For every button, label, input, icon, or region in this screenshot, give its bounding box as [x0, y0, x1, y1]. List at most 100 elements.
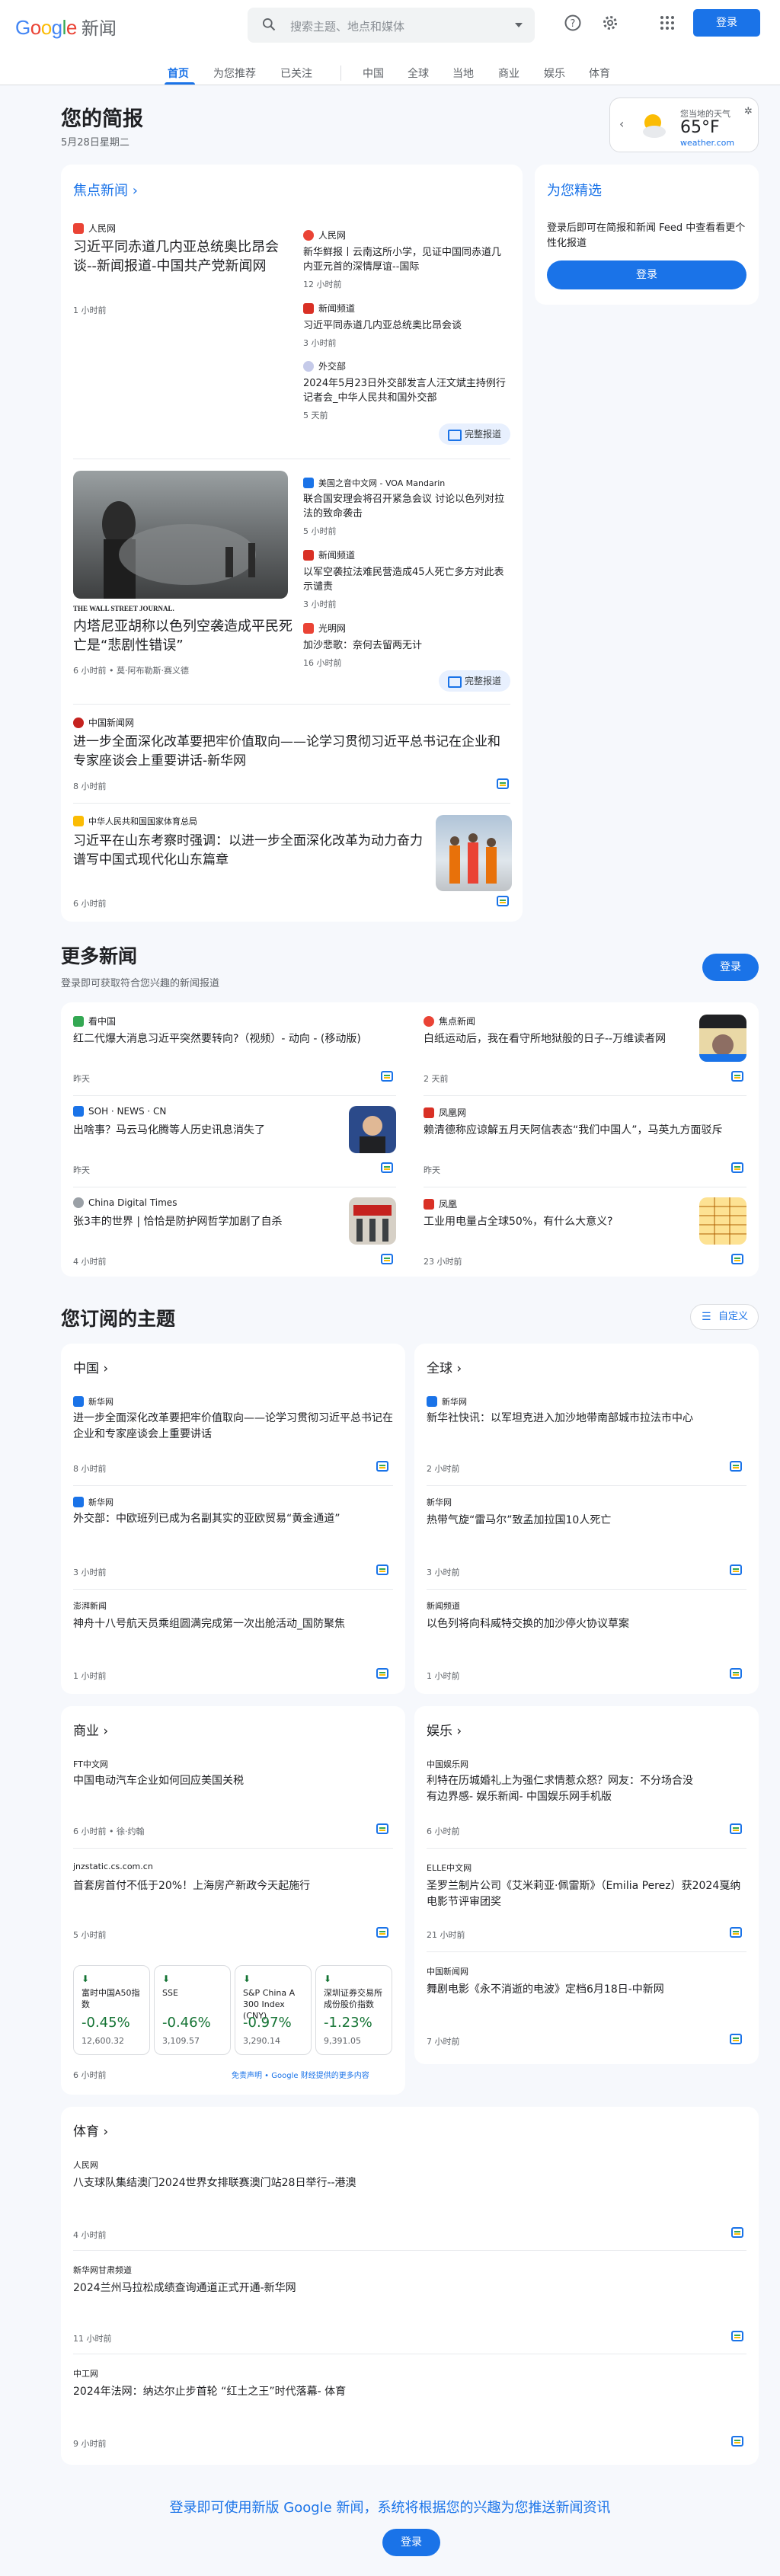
google-news-logo[interactable]: Google 新闻 [15, 14, 117, 40]
story-headline[interactable]: 中国电动汽车企业如何回应美国关税 [73, 1773, 393, 1789]
story-image[interactable] [699, 1015, 746, 1062]
google-share-icon[interactable] [731, 2331, 743, 2341]
chevron-down-icon[interactable] [515, 23, 523, 27]
story-headline[interactable]: 习近平在山东考察时强调：以进一步全面深化改革为动力奋力谱写中国式现代化山东篇章 [73, 832, 431, 870]
story-headline[interactable]: 八支球队集结澳门2024世界女排联赛澳门站28日举行--港澳 [73, 2175, 728, 2191]
story-image[interactable] [349, 1197, 396, 1245]
story-headline[interactable]: 联合国安理会将召开紧急会议 讨论以色列对拉法的致命袭击 [303, 492, 509, 521]
chevron-left-icon[interactable]: ‹ [619, 117, 624, 131]
footer-signin-button[interactable]: 登录 [382, 2529, 440, 2556]
google-share-icon[interactable] [497, 778, 509, 789]
google-share-icon[interactable] [731, 1162, 743, 1173]
story-image[interactable] [73, 471, 288, 599]
topic-heading[interactable]: 中国 › [73, 1357, 108, 1376]
gear-icon[interactable] [601, 14, 619, 32]
tab-home[interactable]: 首页 [168, 66, 189, 81]
google-share-icon[interactable] [731, 2436, 743, 2447]
google-share-icon[interactable] [730, 1564, 742, 1575]
story-headline[interactable]: 热带气旋“雷马尔”致孟加拉国10人死亡 [427, 1513, 746, 1529]
story-headline[interactable]: 进一步全面深化改革要把牢价值取向——论学习贯彻习近平总书记在企业和专家座谈会上重… [73, 1411, 393, 1443]
topic-heading[interactable]: 体育 › [73, 2121, 108, 2140]
divider [427, 1951, 746, 1952]
google-share-icon[interactable] [730, 1823, 742, 1834]
help-icon[interactable]: ? [564, 14, 582, 32]
google-share-icon[interactable] [376, 1823, 388, 1834]
tab-entertainment[interactable]: 娱乐 [544, 66, 565, 81]
google-share-icon[interactable] [730, 2034, 742, 2044]
search-input[interactable]: 搜索主题、地点和媒体 [290, 18, 404, 34]
picks-signin-button[interactable]: 登录 [547, 260, 746, 289]
story-headline[interactable]: 赖清德称应谅解五月天阿信表态“我们中国人”，马英九方面驳斥 [424, 1123, 743, 1138]
story-headline[interactable]: 进一步全面深化改革要把牢价值取向——论学习贯彻习近平总书记在企业和专家座谈会上重… [73, 733, 510, 771]
story-headline[interactable]: 习近平同赤道几内亚总统奥比昂会谈 [303, 318, 509, 333]
google-share-icon[interactable] [731, 1071, 743, 1082]
story-headline[interactable]: 2024年法网：纳达尔止步首轮 “红土之王”时代落幕- 体育 [73, 2384, 728, 2400]
tab-for-you[interactable]: 为您推荐 [213, 66, 256, 81]
tab-sports[interactable]: 体育 [589, 66, 610, 81]
google-share-icon[interactable] [381, 1162, 393, 1173]
story-headline[interactable]: 出啥事？马云马化腾等人历史讯息消失了 [73, 1123, 347, 1138]
stock-tile[interactable]: ⬇ S&P China A 300 Index (CNY) -0.97% 3,290.… [235, 1965, 312, 2055]
full-coverage-button[interactable]: 完整报道 [439, 423, 511, 445]
apps-grid-icon[interactable] [658, 14, 676, 32]
tab-business[interactable]: 商业 [498, 66, 519, 81]
weather-settings-icon[interactable]: ✲ [744, 106, 753, 117]
story-headline[interactable]: 内塔尼亚胡称以色列空袭造成平民死亡是“悲剧性错误” [73, 617, 294, 655]
google-share-icon[interactable] [731, 2227, 743, 2238]
story-headline[interactable]: 舞剧电影《永不消逝的电波》定档6月18日-中新网 [427, 1982, 746, 1998]
story-image[interactable] [349, 1106, 396, 1153]
story-headline[interactable]: 圣罗兰制片公司《艾米莉亚·佩雷斯》（Emilia Perez）获2024戛纳电影… [427, 1878, 746, 1910]
story-headline[interactable]: 新华鲜报丨云南这所小学，见证中国同赤道几内亚元首的深情厚谊--国际 [303, 245, 509, 274]
story-headline[interactable]: 2024兰州马拉松成绩查询通道正式开通-新华网 [73, 2280, 728, 2296]
story-headline[interactable]: 张3丰的世界 | 恰恰是防护网哲学加剧了自杀 [73, 1214, 347, 1229]
story-image[interactable] [699, 1197, 746, 1245]
publisher-icon [73, 1396, 84, 1407]
weather-widget[interactable]: ‹ 您当地的天气 65°F weather.com ✲ [609, 97, 759, 152]
full-coverage-button[interactable]: 完整报道 [439, 670, 511, 692]
stock-tile[interactable]: ⬇ SSE -0.46% 3,109.57 [154, 1965, 231, 2055]
google-share-icon[interactable] [730, 1927, 742, 1938]
story-headline[interactable]: 2024年5月23日外交部发言人汪文斌主持例行记者会_中华人民共和国外交部 [303, 376, 509, 405]
customize-button[interactable]: ☰ 自定义 [690, 1304, 759, 1330]
signin-button[interactable]: 登录 [693, 9, 760, 37]
google-share-icon[interactable] [376, 1461, 388, 1472]
topic-heading[interactable]: 商业 › [73, 1720, 108, 1739]
story-headline[interactable]: 神舟十八号航天员乘组圆满完成第一次出舱活动_国防聚焦 [73, 1616, 393, 1632]
story-image[interactable] [436, 815, 512, 891]
google-share-icon[interactable] [730, 1668, 742, 1679]
story-headline[interactable]: 以军空袭拉法难民营造成45人死亡多方对此表示谴责 [303, 565, 509, 594]
google-share-icon[interactable] [376, 1927, 388, 1938]
topics-title: 您订阅的主题 [61, 1308, 176, 1330]
tab-local[interactable]: 当地 [452, 66, 474, 81]
story-headline[interactable]: 首套房首付不低于20%！上海房产新政今天起施行 [73, 1878, 393, 1894]
google-share-icon[interactable] [376, 1564, 388, 1575]
tab-china[interactable]: 中国 [363, 66, 384, 81]
tab-following[interactable]: 已关注 [280, 66, 312, 81]
google-share-icon[interactable] [381, 1071, 393, 1082]
search-box[interactable]: 搜索主题、地点和媒体 [248, 8, 535, 43]
google-share-icon[interactable] [731, 1254, 743, 1264]
story-headline[interactable]: 外交部：中欧班列已成为名副其实的亚欧贸易“黄金通道” [73, 1511, 393, 1527]
story-headline[interactable]: 红二代爆大消息习近平突然要转向?（视频）- 动向 - (移动版) [73, 1031, 393, 1047]
story-headline[interactable]: 习近平同赤道几内亚总统奥比昂会谈--新闻报道-中国共产党新闻网 [73, 238, 294, 276]
google-share-icon[interactable] [376, 1668, 388, 1679]
weather-source[interactable]: weather.com [680, 138, 734, 148]
story-headline[interactable]: 白纸运动后，我在看守所地狱般的日子--万维读者网 [424, 1031, 698, 1047]
story-headline[interactable]: 工业用电量占全球50%，有什么大意义? [424, 1214, 698, 1229]
story-time: 4 小时前 [73, 2230, 107, 2240]
story-headline[interactable]: 新华社快讯：以军坦克进入加沙地带南部城市拉法市中心 [427, 1411, 746, 1427]
story-headline[interactable]: 以色列将向科威特交换的加沙停火协议草案 [427, 1616, 746, 1632]
stock-tile[interactable]: ⬇ 富时中国A50指数 -0.45% 12,600.32 [73, 1965, 150, 2055]
stock-tile[interactable]: ⬇ 深圳证券交易所成份股价指数 -1.23% 9,391.05 [315, 1965, 392, 2055]
topic-heading[interactable]: 娱乐 › [427, 1720, 462, 1739]
story-headline[interactable]: 利特在历城婚礼上为强仁求情惹众怒？网友：不分场合没有边界感- 娱乐新闻- 中国娱… [427, 1773, 701, 1805]
google-share-icon[interactable] [730, 1461, 742, 1472]
topic-heading[interactable]: 全球 › [427, 1357, 462, 1376]
tab-world[interactable]: 全球 [408, 66, 429, 81]
google-share-icon[interactable] [497, 896, 509, 906]
google-share-icon[interactable] [381, 1254, 393, 1264]
finance-disclaimer-link[interactable]: 免责声明 • Google 财经提供的更多内容 [232, 2069, 369, 2080]
story-headline[interactable]: 加沙悲歌：奈何去留两无计 [303, 638, 509, 653]
top-stories-heading[interactable]: 焦点新闻 › [73, 180, 138, 200]
more-news-signin-button[interactable]: 登录 [702, 954, 759, 981]
